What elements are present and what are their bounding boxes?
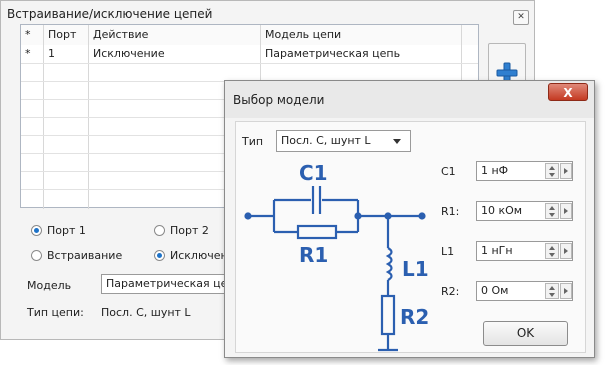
dialog-titlebar[interactable]: Выбор модели X [225,81,594,118]
label-l1: L1 [402,257,429,281]
radio-dot [31,250,42,261]
row-port: 1 [48,47,55,60]
header-model[interactable]: Модель цепи [261,25,461,45]
param-c1-label: C1 [441,165,456,178]
circuit-schematic: C1 R1 L1 R2 [244,161,429,352]
close-icon[interactable]: X [548,83,588,101]
param-r1-spinbox[interactable]: 10 кОм [476,201,573,221]
chevron-right-icon[interactable] [560,163,572,179]
label-r1: R1 [299,243,328,267]
header-action[interactable]: Действие [89,25,259,45]
radio-embed-label: Встраивание [47,249,123,262]
spin-updown-icon[interactable] [545,203,559,219]
model-selection-dialog: Выбор модели X Тип Посл. C, шунт L C1 R1… [224,80,595,358]
param-r1-value: 10 кОм [481,204,523,217]
param-c1-value: 1 нФ [481,164,509,177]
model-select[interactable]: Параметрическая цепь [101,274,241,294]
header-port[interactable]: Порт [44,25,89,45]
header-marker[interactable]: * [21,25,41,45]
spin-updown-icon[interactable] [545,163,559,179]
row-marker: * [25,47,31,60]
spin-updown-icon[interactable] [545,283,559,299]
radio-dot [154,250,165,261]
chevron-right-icon[interactable] [560,243,572,259]
radio-port2-label: Порт 2 [170,224,209,237]
label-c1: C1 [299,161,328,185]
dialog-title: Выбор модели [233,93,325,107]
table-header: * Порт Действие Модель цепи [21,25,478,46]
port-in-dot [244,212,252,220]
window-title: Встраивание/исключение цепей [7,7,213,21]
label-r2: R2 [400,305,429,329]
close-icon[interactable]: ✕ [513,10,529,25]
resistor-r2 [380,294,396,336]
grid-row-line [21,63,478,64]
type-select-value: Посл. C, шунт L [281,134,371,147]
radio-port1-label: Порт 1 [47,224,86,237]
type-select[interactable]: Посл. C, шунт L [276,130,411,152]
radio-dot [154,225,165,236]
radio-embed[interactable]: Встраивание [31,249,122,262]
dialog-panel: Тип Посл. C, шунт L C1 R1 L1 R2 C1 1 нФ … [235,121,586,353]
radio-dot [31,225,42,236]
model-label: Модель [27,279,72,292]
port-out-dot [418,212,426,220]
table-row[interactable]: * 1 Исключение Параметрическая цепь [21,45,478,63]
param-r1-label: R1: [441,205,460,218]
radio-port1[interactable]: Порт 1 [31,224,86,237]
resistor-r1 [296,224,338,240]
row-model: Параметрическая цепь [265,47,401,60]
param-l1-label: L1 [441,245,455,258]
param-r2-label: R2: [441,285,460,298]
row-action: Исключение [93,47,165,60]
inductor-l1 [385,247,393,281]
spin-updown-icon[interactable] [545,243,559,259]
ok-button[interactable]: OK [483,321,568,346]
circuit-type-label: Тип цепи: [27,306,84,319]
param-r2-value: 0 Ом [481,284,509,297]
chevron-down-icon [393,139,401,144]
param-r2-spinbox[interactable]: 0 Ом [476,281,573,301]
param-c1-spinbox[interactable]: 1 нФ [476,161,573,181]
chevron-right-icon[interactable] [560,203,572,219]
type-label: Тип [242,135,264,148]
param-l1-spinbox[interactable]: 1 нГн [476,241,573,261]
circuit-type-value: Посл. C, шунт L [101,306,191,319]
param-l1-value: 1 нГн [481,244,513,257]
radio-port2[interactable]: Порт 2 [154,224,209,237]
chevron-right-icon[interactable] [560,283,572,299]
